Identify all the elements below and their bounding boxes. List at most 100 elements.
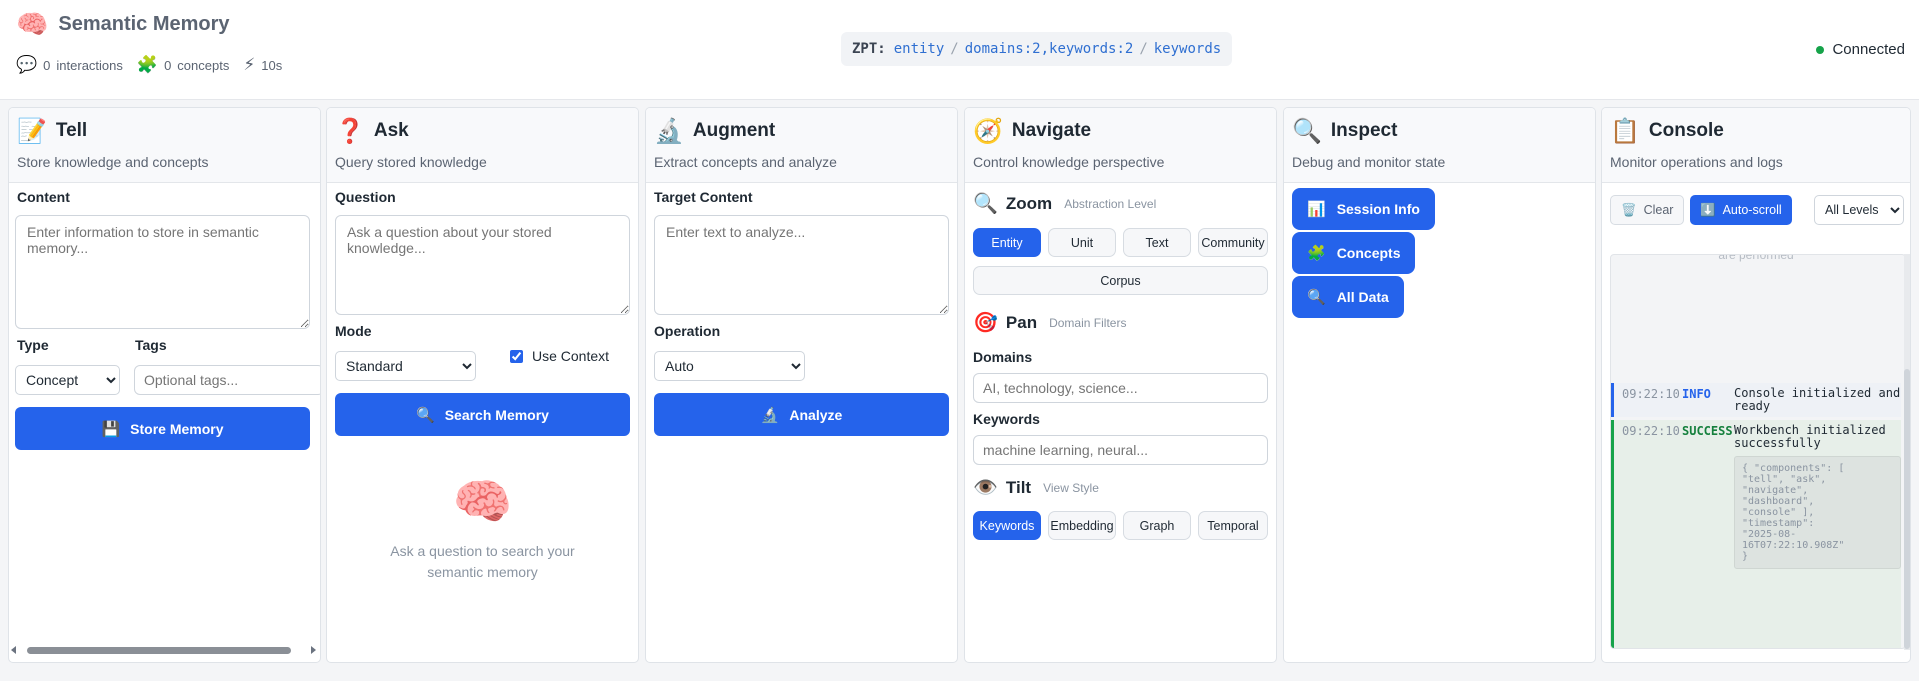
use-context-checkbox[interactable]: [510, 349, 523, 363]
log-level-select[interactable]: All Levels: [1814, 195, 1904, 225]
zoom-option-corpus[interactable]: Corpus: [973, 266, 1268, 295]
navigate-title: Navigate: [1011, 120, 1092, 141]
tilt-option-graph[interactable]: Graph: [1123, 511, 1191, 540]
question-textarea[interactable]: [335, 215, 630, 315]
tilt-option-embedding[interactable]: Embedding: [1048, 511, 1116, 540]
all-data-label: All Data: [1336, 289, 1389, 305]
microscope-icon: 🔬: [654, 117, 684, 145]
search-icon: 🔍: [1307, 289, 1326, 306]
ask-empty-state: Ask a question to search your semantic m…: [390, 543, 575, 580]
search-memory-button[interactable]: 🔍 Search Memory: [335, 393, 630, 436]
tags-label: Tags: [135, 337, 167, 353]
mode-select[interactable]: Standard: [335, 351, 476, 381]
tilt-hint: View Style: [1043, 480, 1099, 495]
keywords-input[interactable]: [973, 435, 1268, 465]
microscope-icon: 🔬: [760, 406, 780, 424]
console-log[interactable]: are performed 09:22:10 INFO Console init…: [1610, 254, 1906, 649]
tell-panel: 📝 Tell Store knowledge and concepts Conte…: [8, 107, 321, 663]
question-label: Question: [335, 189, 396, 205]
concepts-label: concepts: [177, 57, 230, 73]
console-panel: 📋 Console Monitor operations and logs 🗑️ …: [1601, 107, 1911, 663]
connection-label: Connected: [1832, 41, 1905, 58]
target-content-label: Target Content: [654, 189, 753, 205]
scroll-left-icon[interactable]: [11, 646, 16, 654]
autoscroll-label: Auto-scroll: [1722, 203, 1782, 217]
trash-icon: 🗑️: [1621, 202, 1637, 217]
compass-icon: 🧭: [973, 117, 1003, 145]
zoom-option-entity[interactable]: Entity: [973, 228, 1041, 257]
type-select[interactable]: Concept: [15, 365, 120, 395]
tell-panel-header: 📝 Tell Store knowledge and concepts: [9, 108, 320, 183]
ask-subtitle: Query stored knowledge: [335, 154, 487, 170]
console-panel-header: 📋 Console Monitor operations and logs: [1602, 108, 1910, 183]
tilt-title: Tilt: [1005, 477, 1032, 497]
all-data-button[interactable]: 🔍 All Data: [1292, 276, 1404, 318]
brand: 🧠 Semantic Memory: [16, 10, 230, 38]
store-memory-button[interactable]: 💾 Store Memory: [15, 407, 310, 450]
brain-icon: 🧠: [16, 9, 49, 39]
app-title: Semantic Memory: [58, 12, 230, 35]
zoom-option-unit[interactable]: Unit: [1048, 228, 1116, 257]
keywords-label: Keywords: [973, 411, 1040, 427]
eye-icon: 👁️: [973, 477, 998, 499]
concepts-count: 0: [164, 57, 172, 73]
horizontal-scrollbar[interactable]: [11, 644, 318, 656]
scrollbar-thumb[interactable]: [27, 647, 291, 654]
clear-button[interactable]: 🗑️ Clear: [1610, 195, 1685, 225]
interactions-stat: 💬 0 interactions: [16, 55, 123, 75]
log-time: 09:22:10: [1622, 387, 1680, 401]
log-details: { "components": [ "tell", "ask", "naviga…: [1734, 456, 1901, 569]
down-arrow-icon: ⬇️: [1700, 202, 1716, 217]
tilt-option-temporal[interactable]: Temporal: [1198, 511, 1268, 540]
use-context-toggle[interactable]: Use Context: [510, 348, 609, 364]
zpt-zoom: entity: [893, 41, 945, 57]
pan-title: Pan: [1005, 312, 1038, 332]
tags-input[interactable]: [134, 365, 320, 395]
zoom-section-header: 🔍 Zoom Abstraction Level: [973, 191, 1156, 216]
analyze-label: Analyze: [789, 406, 843, 423]
concepts-button[interactable]: 🧩 Concepts: [1292, 232, 1416, 274]
type-label: Type: [17, 337, 49, 353]
use-context-label: Use Context: [532, 348, 610, 364]
session-info-button[interactable]: 📊 Session Info: [1292, 188, 1435, 230]
search-memory-label: Search Memory: [444, 406, 549, 423]
augment-subtitle: Extract concepts and analyze: [654, 154, 837, 170]
navigate-panel-header: 🧭 Navigate Control knowledge perspective: [965, 108, 1276, 183]
inspect-panel: 🔍 Inspect Debug and monitor state 📊 Sessi…: [1283, 107, 1596, 663]
augment-panel: 🔬 Augment Extract concepts and analyze Ta…: [645, 107, 958, 663]
connection-status: Connected: [1816, 41, 1905, 58]
target-content-textarea[interactable]: [654, 215, 949, 315]
app-header: 🧠 Semantic Memory 💬 0 interactions 🧩 0 c…: [0, 0, 1919, 100]
log-entry: 09:22:10 INFO Console initialized and re…: [1611, 383, 1901, 417]
autoscroll-button[interactable]: ⬇️ Auto-scroll: [1690, 195, 1792, 225]
brain-icon: 🧠: [452, 476, 513, 529]
console-scrollbar[interactable]: [1904, 254, 1910, 650]
mode-label: Mode: [335, 323, 372, 339]
floppy-disk-icon: 💾: [101, 420, 121, 438]
tell-title: Tell: [55, 120, 88, 141]
tilt-option-keywords[interactable]: Keywords: [973, 511, 1041, 540]
console-subtitle: Monitor operations and logs: [1610, 154, 1783, 170]
zpt-tilt: keywords: [1153, 41, 1222, 57]
search-icon: 🔍: [416, 406, 435, 424]
content-textarea[interactable]: [15, 215, 310, 329]
bar-chart-icon: 📊: [1307, 201, 1326, 218]
zoom-option-text[interactable]: Text: [1123, 228, 1191, 257]
console-scrollbar-thumb[interactable]: [1904, 369, 1910, 649]
pan-section-header: 🎯 Pan Domain Filters: [973, 310, 1126, 335]
log-entry: 09:22:10 SUCCESS Workbench initialized s…: [1611, 420, 1901, 648]
log-message: Console initialized and ready: [1734, 386, 1901, 413]
ask-panel: ❓ Ask Query stored knowledge Question Mod…: [326, 107, 639, 663]
session-info-label: Session Info: [1336, 201, 1420, 217]
content-label: Content: [17, 189, 70, 205]
operation-label: Operation: [654, 323, 721, 339]
augment-panel-header: 🔬 Augment Extract concepts and analyze: [646, 108, 957, 183]
ask-title: Ask: [373, 120, 409, 141]
navigate-panel: 🧭 Navigate Control knowledge perspective …: [964, 107, 1277, 663]
analyze-button[interactable]: 🔬 Analyze: [654, 393, 949, 436]
scroll-right-icon[interactable]: [311, 646, 316, 654]
magnifier-icon: 🔍: [973, 193, 998, 215]
operation-select[interactable]: Auto: [654, 351, 805, 381]
domains-input[interactable]: [973, 373, 1268, 403]
zoom-option-community[interactable]: Community: [1198, 228, 1268, 257]
